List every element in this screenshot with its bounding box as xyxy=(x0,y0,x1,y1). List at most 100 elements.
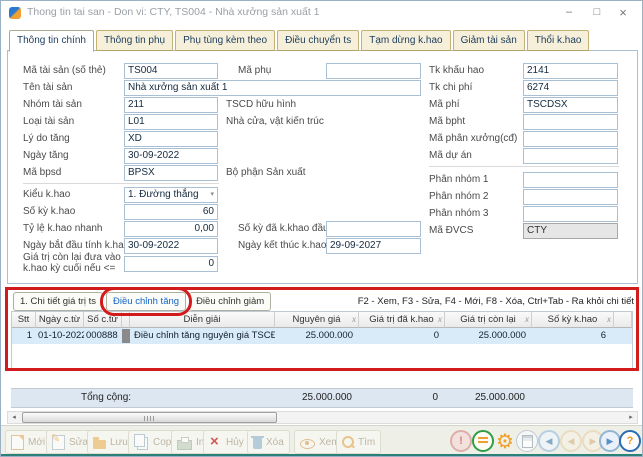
maximize-icon[interactable] xyxy=(584,4,610,21)
delete-button[interactable]: Xóa xyxy=(247,430,290,454)
ngay-tang-field[interactable]: 30-09-2022 xyxy=(124,148,218,164)
so-ky-da-khao-field[interactable] xyxy=(326,221,421,237)
ma-bpsd-note: Bộ phận Sản xuất xyxy=(226,165,306,180)
last-record-icon[interactable] xyxy=(599,430,621,452)
new-button-label: Mới xyxy=(28,437,45,448)
ma-du-an-field[interactable] xyxy=(523,148,618,164)
scroll-right-icon[interactable] xyxy=(625,412,637,423)
detail-tab-dieu-chinh-giam[interactable]: Điều chỉnh giảm xyxy=(189,292,271,311)
filter-icon[interactable] xyxy=(607,315,611,324)
window-bottom-edge xyxy=(1,454,642,456)
report-icon[interactable] xyxy=(516,430,538,452)
totals-con-lai: 25.000.000 xyxy=(444,392,531,403)
loai-tai-san-note: Nhà cửa, vật kiến trúc xyxy=(226,114,324,129)
detail-tab-chi-tiet-gia-tri[interactable]: 1. Chi tiết giá trị ts xyxy=(13,292,103,311)
totals-label: Tổng cộng: xyxy=(81,392,131,403)
save-button[interactable]: Lưu xyxy=(87,430,134,454)
col-header-so-ky[interactable]: Số kỳ k.hao xyxy=(532,312,614,328)
label-ma-dvcs: Mã ĐVCS xyxy=(429,223,473,238)
row-indicator xyxy=(122,329,130,343)
filter-icon[interactable] xyxy=(352,315,356,324)
ten-tai-san-field[interactable]: Nhà xưởng sản xuất 1 xyxy=(124,80,421,96)
find-button[interactable]: Tìm xyxy=(336,430,381,454)
col-header-da-khao[interactable]: Giá trị đã k.hao xyxy=(359,312,445,328)
horizontal-scrollbar[interactable] xyxy=(7,411,638,424)
col-header-nguyen-gia[interactable]: Nguyên giá xyxy=(275,312,359,328)
scroll-left-icon[interactable] xyxy=(8,412,20,423)
detail-tab-strip: 1. Chi tiết giá trị ts Điều chỉnh tăng Đ… xyxy=(13,292,271,311)
col-header-ngay-ctu[interactable]: Ngày c.từ xyxy=(36,312,84,328)
ngay-ket-thuc-khao-field[interactable]: 29-09-2027 xyxy=(326,238,421,254)
new-button[interactable]: Mới xyxy=(5,430,51,454)
cell-so-ky: 6 xyxy=(532,328,614,344)
ty-le-khao-nhanh-field[interactable]: 0,00 xyxy=(124,221,218,237)
label-so-ky-khao: Số kỳ k.hao xyxy=(23,204,75,219)
phan-nhom-2-field[interactable] xyxy=(523,189,618,205)
copy-icon xyxy=(134,434,145,447)
label-ma-phu: Mã phụ xyxy=(238,63,271,78)
tab-tam-dung-khao[interactable]: Tạm dừng k.hao xyxy=(361,30,450,51)
col-header-con-lai[interactable]: Giá trị còn lại xyxy=(445,312,532,328)
ma-phan-xuong-field[interactable] xyxy=(523,131,618,147)
first-record-icon[interactable] xyxy=(538,430,560,452)
tab-phu-tung-kem-theo[interactable]: Phụ tùng kèm theo xyxy=(175,30,275,51)
loai-tai-san-field[interactable]: L01 xyxy=(124,114,218,130)
help-icon[interactable] xyxy=(619,430,641,452)
kieu-khao-value: 1. Đường thẳng xyxy=(128,188,199,202)
main-tab-strip: Thông tin chính Thông tin phụ Phụ tùng k… xyxy=(9,30,591,51)
gear-icon[interactable] xyxy=(494,430,516,452)
label-ma-tai-san: Mã tài sản (số thẻ) xyxy=(23,63,106,78)
scrollbar-thumb[interactable] xyxy=(22,412,277,423)
bottom-toolbar: Mới Sửa Lưu Copy In Hủy Xóa Xem xyxy=(1,425,643,456)
label-ma-bpsd: Mã bpsd xyxy=(23,165,61,180)
nhom-tai-san-field[interactable]: 211 xyxy=(124,97,218,113)
ngay-bat-dau-khao-field[interactable]: 30-09-2022 xyxy=(124,238,218,254)
phan-nhom-1-field[interactable] xyxy=(523,172,618,188)
so-ky-khao-field[interactable]: 60 xyxy=(124,204,218,220)
label-tk-khau-hao: Tk khấu hao xyxy=(429,63,484,78)
window-title: Thong tin tai san - Don vi: CTY, TS004 -… xyxy=(27,6,320,18)
tab-thong-tin-phu[interactable]: Thông tin phụ xyxy=(96,30,173,51)
phan-nhom-3-field[interactable] xyxy=(523,206,618,222)
tab-dieu-chuyen-ts[interactable]: Điều chuyển ts xyxy=(277,30,359,51)
tk-khau-hao-field[interactable]: 2141 xyxy=(523,63,618,79)
minimize-icon[interactable] xyxy=(556,4,582,21)
tab-giam-tai-san[interactable]: Giảm tài sản xyxy=(453,30,525,51)
ma-bpsd-field[interactable]: BPSX xyxy=(124,165,218,181)
asset-info-window: Thong tin tai san - Don vi: CTY, TS004 -… xyxy=(0,0,643,457)
ma-phi-field[interactable]: TSCDSX xyxy=(523,97,618,113)
menu-list-icon[interactable] xyxy=(472,430,494,452)
tk-chi-phi-field[interactable]: 6274 xyxy=(523,80,618,96)
col-header-nguyen-gia-label: Nguyên giá xyxy=(292,314,340,325)
cell-so-ctu: 000888 xyxy=(86,328,122,344)
ma-bpht-field[interactable] xyxy=(523,114,618,130)
col-header-con-lai-label: Giá trị còn lại xyxy=(460,314,515,325)
col-header-dien-giai[interactable]: Diễn giải xyxy=(130,312,275,328)
col-header-stt[interactable]: Stt xyxy=(12,312,36,328)
gia-tri-con-lai-dua-vao-field[interactable]: 0 xyxy=(124,256,218,272)
close-icon[interactable] xyxy=(610,4,636,21)
ma-phu-field[interactable] xyxy=(326,63,421,79)
table-row[interactable]: 1 01-10-2022 000888 Điều chỉnh tăng nguy… xyxy=(12,328,632,344)
tab-thoi-khao[interactable]: Thổi k.hao xyxy=(527,30,590,51)
kieu-khao-combobox[interactable]: 1. Đường thẳng xyxy=(124,187,218,203)
label-kieu-khao: Kiểu k.hao xyxy=(23,187,70,202)
detail-tab-dieu-chinh-tang[interactable]: Điều chỉnh tăng xyxy=(106,292,186,311)
label-ngay-tang: Ngày tăng xyxy=(23,148,69,163)
ma-tai-san-field[interactable]: TS004 xyxy=(124,63,218,79)
tab-thong-tin-chinh[interactable]: Thông tin chính xyxy=(9,30,94,52)
previous-record-icon[interactable] xyxy=(560,430,582,452)
hotkey-hints: F2 - Xem, F3 - Sửa, F4 - Mới, F8 - Xóa, … xyxy=(358,296,634,307)
cancel-button[interactable]: Hủy xyxy=(203,430,250,454)
col-header-so-ctu[interactable]: Số c.từ xyxy=(84,312,122,328)
info-icon[interactable] xyxy=(450,430,472,452)
find-button-label: Tìm xyxy=(358,437,375,448)
filter-icon[interactable] xyxy=(438,315,442,324)
ly-do-tang-field[interactable]: XD xyxy=(124,131,218,147)
col-header-da-khao-label: Giá trị đã k.hao xyxy=(369,314,433,325)
filter-icon[interactable] xyxy=(525,315,529,324)
chevron-down-icon[interactable] xyxy=(210,188,214,202)
label-ngay-bat-dau-khao: Ngày bắt đầu tính k.hao xyxy=(23,238,129,253)
label-ngay-ket-thuc-khao: Ngày kết thúc k.hao xyxy=(238,238,326,253)
cell-stt: 1 xyxy=(12,328,36,344)
